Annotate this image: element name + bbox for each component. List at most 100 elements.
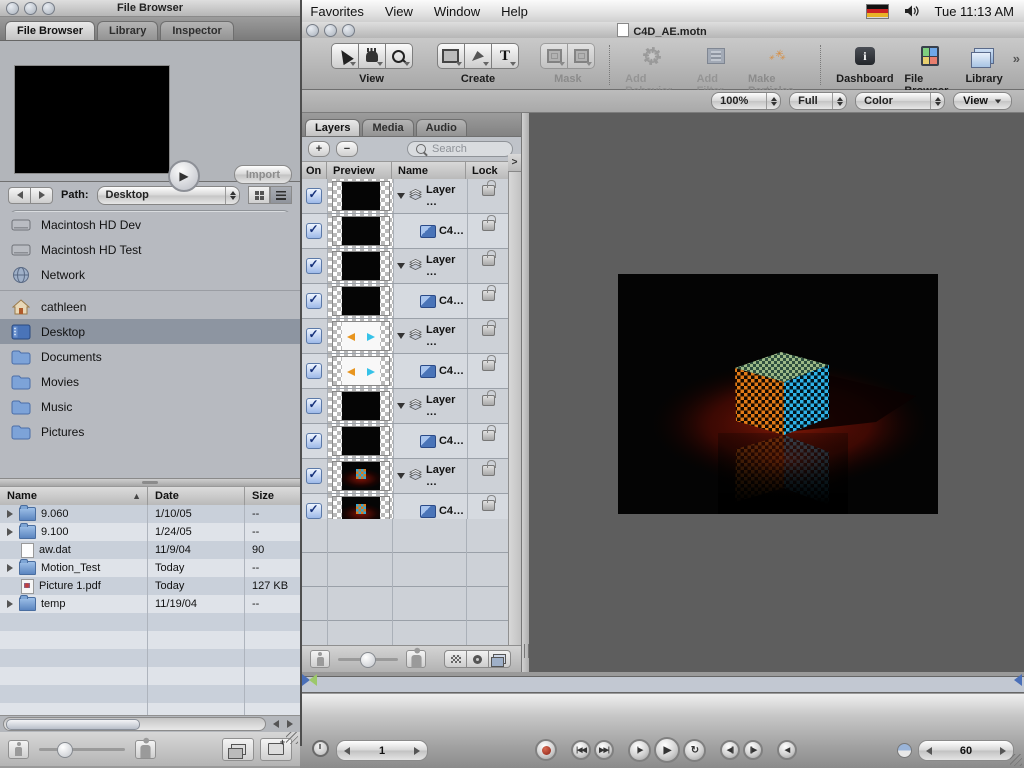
lock-open-icon[interactable] xyxy=(482,290,495,301)
file-row-motion-test[interactable]: Motion_TestToday-- xyxy=(0,559,300,577)
lock-open-icon[interactable] xyxy=(482,185,495,196)
sidebar-item-macintosh-hd-test[interactable]: Macintosh HD Test xyxy=(0,237,300,262)
back-button[interactable] xyxy=(8,187,30,204)
tab-layers[interactable]: Layers xyxy=(305,119,360,136)
step-forward-button[interactable]: ||▶ xyxy=(743,740,763,760)
mini-timeline-track[interactable] xyxy=(300,676,1024,693)
large-rows-button[interactable] xyxy=(406,650,426,668)
lock-open-icon[interactable] xyxy=(482,220,495,231)
column-date[interactable]: Date xyxy=(148,487,245,505)
view-menu-button[interactable]: View xyxy=(953,92,1012,110)
layer-visibility-checkbox[interactable] xyxy=(306,223,322,239)
preview-play-button[interactable]: ▶ xyxy=(168,160,200,192)
bezier-tool-button[interactable] xyxy=(465,43,492,69)
layer-group-row[interactable]: Layer … xyxy=(300,389,508,424)
file-row-picture-1-pdf[interactable]: Picture 1.pdfToday127 KB xyxy=(0,577,300,595)
duration-field[interactable]: 60 xyxy=(918,740,1014,761)
lock-open-icon[interactable] xyxy=(482,325,495,336)
sidebar-item-cathleen[interactable]: cathleen xyxy=(0,294,300,319)
layer-name-cell[interactable]: Layer … xyxy=(394,179,468,213)
window-resize-grip[interactable] xyxy=(1010,754,1022,766)
disclosure-open-icon[interactable] xyxy=(397,263,405,269)
layer-group-row[interactable]: Layer … xyxy=(300,249,508,284)
layer-visibility-checkbox[interactable] xyxy=(306,433,322,449)
show-masks-button[interactable] xyxy=(489,650,511,668)
layers-scrollbar[interactable] xyxy=(508,154,522,645)
play-from-start-button[interactable]: |▶ xyxy=(628,739,651,762)
sidebar-item-network[interactable]: Network xyxy=(0,262,300,287)
library-button[interactable]: Library xyxy=(965,43,1002,85)
dashboard-button[interactable]: i Dashboard xyxy=(836,43,893,85)
column-on[interactable]: On xyxy=(300,162,327,179)
volume-icon[interactable] xyxy=(904,4,920,18)
layer-clip-row[interactable]: C4… xyxy=(300,214,508,249)
pan-tool-button[interactable] xyxy=(359,43,386,69)
file-row-temp[interactable]: temp11/19/04-- xyxy=(0,595,300,613)
sidebar-item-macintosh-hd-dev[interactable]: Macintosh HD Dev xyxy=(0,212,300,237)
tab-audio[interactable]: Audio xyxy=(416,119,467,136)
channel-popup[interactable]: Color xyxy=(855,92,945,110)
lock-open-icon[interactable] xyxy=(482,360,495,371)
go-to-end-button[interactable]: ▶▶| xyxy=(594,740,614,760)
timecode-clock-icon[interactable] xyxy=(312,740,329,757)
small-rows-button[interactable] xyxy=(310,650,330,668)
sidebar-item-pictures[interactable]: Pictures xyxy=(0,419,300,444)
menu-bar-clock[interactable]: Tue 11:13 AM xyxy=(935,4,1015,19)
layer-visibility-checkbox[interactable] xyxy=(306,363,322,379)
lock-open-icon[interactable] xyxy=(482,430,495,441)
menu-favorites[interactable]: Favorites xyxy=(310,4,363,19)
list-view-button[interactable] xyxy=(270,186,292,204)
file-row-aw-dat[interactable]: aw.dat11/9/0490 xyxy=(0,541,300,559)
large-icons-button[interactable] xyxy=(135,740,156,759)
scroll-right-arrow[interactable] xyxy=(287,720,293,728)
import-button[interactable]: Import xyxy=(234,165,292,184)
layer-visibility-checkbox[interactable] xyxy=(306,328,322,344)
lock-open-icon[interactable] xyxy=(482,255,495,266)
column-name[interactable]: Name▲ xyxy=(0,487,148,505)
small-icons-button[interactable] xyxy=(8,740,29,759)
horizontal-scrollbar[interactable] xyxy=(0,715,300,733)
layer-group-row[interactable]: Layer … xyxy=(300,319,508,354)
layer-visibility-checkbox[interactable] xyxy=(306,188,322,204)
current-frame-value[interactable]: 1 xyxy=(350,745,414,757)
timeline-end-marker[interactable] xyxy=(1014,674,1022,686)
disclosure-triangle[interactable] xyxy=(6,528,14,536)
remove-layer-button[interactable]: − xyxy=(336,141,358,157)
show-behaviors-button[interactable] xyxy=(467,650,489,668)
icon-view-button[interactable] xyxy=(248,186,270,204)
record-button[interactable] xyxy=(535,739,557,761)
text-tool-button[interactable]: T xyxy=(492,43,519,69)
path-popup[interactable]: Desktop xyxy=(97,186,241,205)
add-layer-button[interactable]: + xyxy=(308,141,330,157)
menu-help[interactable]: Help xyxy=(501,4,528,19)
loop-button[interactable]: ↻ xyxy=(683,739,706,762)
layer-visibility-checkbox[interactable] xyxy=(306,398,322,414)
column-preview[interactable]: Preview xyxy=(327,162,392,179)
duration-clock-icon[interactable] xyxy=(897,743,912,758)
lock-open-icon[interactable] xyxy=(482,465,495,476)
layer-name-cell[interactable]: Layer … xyxy=(394,459,468,493)
zoom-level-popup[interactable]: 100% xyxy=(711,92,781,110)
layers-search-field[interactable] xyxy=(407,141,513,157)
column-overflow-chevron[interactable]: > xyxy=(508,154,521,172)
sidebar-item-desktop[interactable]: Desktop xyxy=(0,319,300,344)
menu-view[interactable]: View xyxy=(385,4,413,19)
play-button[interactable]: ▶ xyxy=(654,737,680,763)
layer-visibility-checkbox[interactable] xyxy=(306,293,322,309)
rectangle-mask-tool-button[interactable] xyxy=(540,43,568,69)
layer-group-row[interactable]: Layer … xyxy=(300,179,508,214)
show-transparency-button[interactable] xyxy=(444,650,467,668)
disclosure-open-icon[interactable] xyxy=(397,333,405,339)
tab-file-browser[interactable]: File Browser xyxy=(5,21,95,40)
duration-increment-arrow[interactable] xyxy=(1000,747,1006,755)
layer-clip-row[interactable]: C4… xyxy=(300,424,508,459)
duration-value[interactable]: 60 xyxy=(932,745,1000,757)
menu-window[interactable]: Window xyxy=(434,4,480,19)
select-tool-button[interactable] xyxy=(331,43,359,69)
layer-clip-row[interactable]: C4… xyxy=(300,284,508,319)
render-quality-popup[interactable]: Full xyxy=(789,92,847,110)
sidebar-item-music[interactable]: Music xyxy=(0,394,300,419)
row-size-slider[interactable] xyxy=(338,658,398,661)
lock-open-icon[interactable] xyxy=(482,500,495,511)
disclosure-open-icon[interactable] xyxy=(397,193,405,199)
